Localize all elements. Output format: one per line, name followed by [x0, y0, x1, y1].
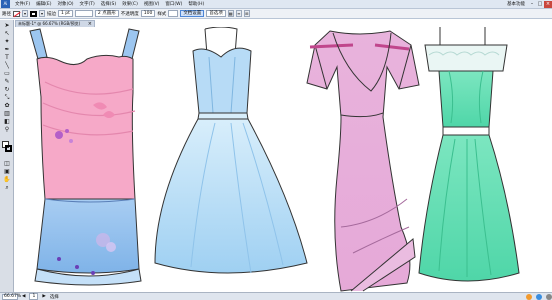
- menu-window[interactable]: 窗口(W): [162, 1, 185, 7]
- symbol-tool-icon[interactable]: ✿: [1, 102, 13, 110]
- opacity-field[interactable]: 100: [140, 10, 156, 17]
- artboard-next-icon[interactable]: ▶: [42, 294, 45, 299]
- gradient-tool-icon[interactable]: ◧: [1, 118, 13, 126]
- artboard-canvas[interactable]: [15, 27, 552, 292]
- minimize-button[interactable]: –: [528, 1, 536, 8]
- control-bar: 路径 ▾ ▾ 描边 1 pt 2 点圆形 不透明度 100 样式 文档设置 首选…: [0, 9, 552, 19]
- dress-light-blue[interactable]: [154, 27, 308, 274]
- tray-app-icon[interactable]: [526, 293, 532, 300]
- artboard-number-field[interactable]: 1: [29, 293, 39, 300]
- dress-mint-off-shoulder[interactable]: [418, 27, 520, 282]
- artboard-prev-icon[interactable]: ◀: [22, 294, 25, 299]
- line-tool-icon[interactable]: ╲: [1, 62, 13, 70]
- menu-help[interactable]: 帮助(H): [185, 1, 207, 7]
- scale-tool-icon[interactable]: ⤡: [1, 94, 13, 102]
- screen-mode-icon[interactable]: ▣: [1, 168, 13, 176]
- type-tool-icon[interactable]: T: [1, 54, 13, 62]
- menu-view[interactable]: 视图(V): [141, 1, 163, 7]
- menu-object[interactable]: 对象(O): [54, 1, 76, 7]
- tray-network-icon[interactable]: [536, 293, 542, 300]
- document-tab[interactable]: 未标题-1* @ 66.67% (RGB/预览) ×: [15, 20, 95, 27]
- zoom-tool-icon[interactable]: ⌕: [1, 184, 13, 192]
- style-swatch[interactable]: [168, 10, 179, 17]
- dress-pink-blue[interactable]: [29, 28, 142, 286]
- pen-tool-icon[interactable]: ✒: [1, 46, 13, 54]
- menu-effect[interactable]: 效果(C): [119, 1, 141, 7]
- direct-selection-tool-icon[interactable]: ↖: [1, 30, 13, 38]
- document-tab-title: 未标题-1* @ 66.67% (RGB/预览): [18, 21, 81, 26]
- stroke-color-icon[interactable]: [5, 145, 12, 152]
- stroke-weight-field[interactable]: 1 pt: [58, 10, 73, 17]
- variable-width-field[interactable]: [74, 10, 93, 17]
- selection-tool-icon[interactable]: ➤: [1, 22, 13, 30]
- draw-mode-icon[interactable]: ◫: [1, 160, 13, 168]
- fill-dropdown-icon[interactable]: ▾: [22, 10, 28, 17]
- magic-wand-tool-icon[interactable]: ✦: [1, 38, 13, 46]
- workspace-switcher[interactable]: 基本功能: [504, 1, 528, 7]
- align-icon[interactable]: ≡: [235, 10, 242, 17]
- selection-type-label: 路径: [2, 11, 11, 17]
- app-logo: Ai: [1, 0, 10, 8]
- brush-tool-icon[interactable]: ✎: [1, 78, 13, 86]
- transform-icon[interactable]: ⊞: [243, 10, 250, 17]
- menu-file[interactable]: 文件(F): [12, 1, 33, 7]
- current-tool-status: 选择: [49, 294, 59, 300]
- fill-swatch[interactable]: [13, 10, 20, 17]
- close-button[interactable]: ×: [544, 0, 552, 8]
- rotate-tool-icon[interactable]: ↻: [1, 86, 13, 94]
- rectangle-tool-icon[interactable]: ▭: [1, 70, 13, 78]
- preferences-button[interactable]: 首选项: [206, 10, 226, 17]
- menu-type[interactable]: 文字(T): [77, 1, 98, 7]
- hand-tool-icon[interactable]: ✋: [1, 176, 13, 184]
- menu-bar: Ai 文件(F) 编辑(E) 对象(O) 文字(T) 选择(S) 效果(C) 视…: [0, 0, 552, 9]
- arrange-documents-icon[interactable]: ▦: [227, 10, 234, 17]
- zoom-field[interactable]: 66.67%: [2, 293, 21, 300]
- brush-definition-field[interactable]: 2 点圆形: [94, 10, 119, 17]
- tools-panel: ➤ ↖ ✦ ✒ T ╲ ▭ ✎ ↻ ⤡ ✿ ▥ ◧ ⚲ ◫ ▣ ✋ ⌕: [0, 20, 14, 292]
- opacity-label[interactable]: 不透明度: [121, 11, 139, 17]
- stroke-swatch[interactable]: [30, 10, 37, 17]
- document-setup-button[interactable]: 文档设置: [180, 10, 205, 17]
- stroke-label[interactable]: 描边: [47, 11, 56, 17]
- menu-select[interactable]: 选择(S): [98, 1, 119, 7]
- tray-volume-icon[interactable]: [546, 293, 552, 300]
- status-bar: 66.67% ◀ 1 ▶ 选择: [0, 292, 552, 300]
- menu-edit[interactable]: 编辑(E): [33, 1, 54, 7]
- stroke-dropdown-icon[interactable]: ▾: [39, 10, 45, 17]
- restore-button[interactable]: □: [536, 1, 544, 8]
- graph-tool-icon[interactable]: ▥: [1, 110, 13, 118]
- dress-pink-wrap[interactable]: [306, 30, 420, 292]
- style-label[interactable]: 样式: [157, 11, 166, 17]
- artwork: [29, 27, 520, 292]
- eyedropper-tool-icon[interactable]: ⚲: [1, 126, 13, 134]
